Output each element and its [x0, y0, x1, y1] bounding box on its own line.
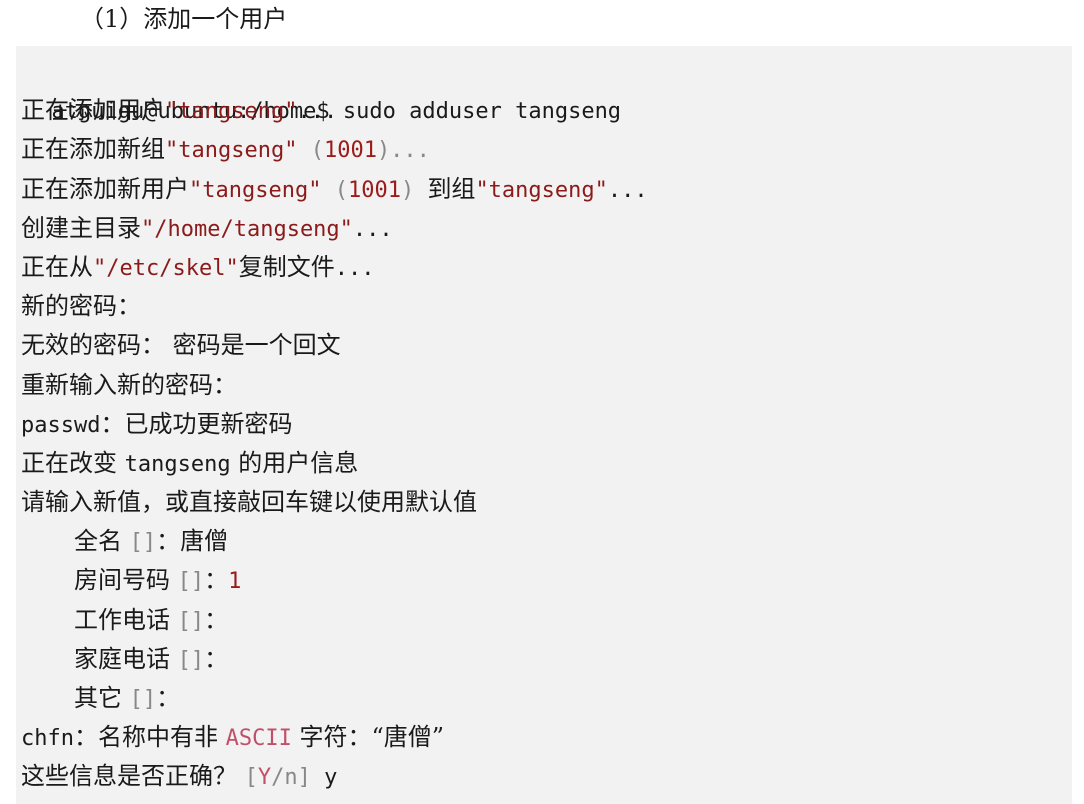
skel-path-string: "/etc/skel"	[93, 255, 239, 281]
section-heading: （1）添加一个用户	[80, 5, 288, 33]
output-line: 正在从"/etc/skel"复制文件...	[21, 248, 1072, 287]
output-text: 正在从	[21, 252, 93, 281]
field-value: 1	[228, 569, 242, 595]
field-separator: ：	[204, 644, 229, 673]
field-label: 家庭电话	[74, 644, 178, 673]
group-string: "tangseng"	[475, 177, 608, 203]
output-text: 正在改变	[21, 448, 125, 477]
output-line: 正在添加新组"tangseng" (1001)...	[21, 130, 1072, 169]
field-label: 房间号码	[74, 566, 178, 595]
command-line: atguigu@ubuntu:/home$ sudo adduser tangs…	[21, 52, 1072, 124]
field-line-room-number: 房间号码 []：1	[21, 561, 1072, 600]
retype-password-prompt: 重新输入新的密码：	[21, 370, 237, 399]
password-prompt: 新的密码：	[21, 292, 141, 321]
ellipsis: ...	[334, 255, 375, 281]
output-text: ：已成功更新密码	[100, 409, 293, 438]
chfn-label: chfn	[21, 726, 74, 752]
user-answer: y	[310, 765, 338, 791]
default-brackets: []	[177, 647, 205, 673]
ascii-keyword: ASCII	[225, 726, 292, 752]
output-line: 新的密码：	[21, 287, 1072, 326]
bracket-open: [	[244, 765, 258, 791]
output-text: 正在添加新用户	[21, 174, 189, 203]
terminal-output-block: atguigu@ubuntu:/home$ sudo adduser tangs…	[16, 46, 1072, 804]
output-text: ：名称中有非	[73, 723, 226, 752]
default-brackets: []	[129, 687, 157, 712]
field-line-work-phone: 工作电话 []：	[21, 601, 1072, 640]
output-text: 的用户信息	[230, 448, 359, 477]
field-line-home-phone: 家庭电话 []：	[21, 640, 1072, 679]
field-label: 其它	[74, 684, 130, 712]
default-choice: Y	[257, 765, 272, 791]
output-text: 请输入新值，或直接敲回车键以使用默认值	[21, 488, 477, 517]
default-brackets: []	[177, 569, 205, 595]
output-line: 创建主目录"/home/tangseng"...	[21, 209, 1072, 248]
output-line: 请输入新值，或直接敲回车键以使用默认值	[21, 483, 1072, 522]
confirm-question: 这些信息是否正确？	[21, 762, 245, 791]
output-text: 复制文件	[238, 252, 335, 281]
paren-close: )	[400, 177, 428, 203]
output-line: 正在添加新用户"tangseng" (1001) 到组"tangseng"...	[21, 170, 1072, 209]
username-text: tangseng	[124, 451, 231, 477]
output-line: 无效的密码： 密码是一个回文	[21, 326, 1072, 365]
output-line: chfn：名称中有非 ASCII 字符：“唐僧”	[21, 718, 1072, 757]
output-text: 字符：“唐僧”	[291, 723, 445, 752]
default-brackets: []	[129, 530, 157, 556]
ellipsis: ...	[607, 177, 648, 203]
paren-close: )...	[376, 138, 430, 164]
field-line-full-name: 全名 []：唐僧	[21, 522, 1072, 561]
output-line: passwd：已成功更新密码	[21, 405, 1072, 444]
field-separator: ：	[156, 684, 181, 712]
confirm-line: 这些信息是否正确？ [Y/n] y	[21, 757, 1072, 796]
output-line: 重新输入新的密码：	[21, 366, 1072, 405]
output-text: 正在添加用户	[21, 96, 165, 125]
output-text: 到组	[427, 174, 476, 203]
output-line: 正在改变 tangseng 的用户信息	[21, 444, 1072, 483]
ellipsis: ...	[352, 216, 393, 242]
output-text: 正在添加新组	[21, 135, 165, 164]
passwd-label: passwd	[21, 412, 101, 438]
other-choice: /n]	[271, 765, 311, 791]
field-label: 全名	[74, 527, 130, 556]
username-string: "tangseng"	[165, 99, 298, 125]
field-label: 工作电话	[74, 605, 178, 634]
user-id: 1001	[347, 177, 401, 203]
invalid-password-message: 无效的密码： 密码是一个回文	[21, 331, 341, 360]
group-id: 1001	[323, 138, 377, 164]
home-path-string: "/home/tangseng"	[141, 216, 353, 242]
field-separator: ：	[204, 605, 229, 634]
field-line-other: 其它 []：	[21, 679, 1072, 718]
paren-open: (	[321, 177, 348, 203]
output-text: 创建主目录	[21, 213, 141, 242]
field-value: ：唐僧	[156, 527, 229, 556]
group-string: "tangseng"	[165, 138, 298, 164]
paren-open: (	[297, 138, 324, 164]
username-string: "tangseng"	[189, 177, 322, 203]
field-separator: ：	[204, 566, 229, 595]
default-brackets: []	[177, 608, 205, 634]
ellipsis: ...	[297, 99, 338, 125]
